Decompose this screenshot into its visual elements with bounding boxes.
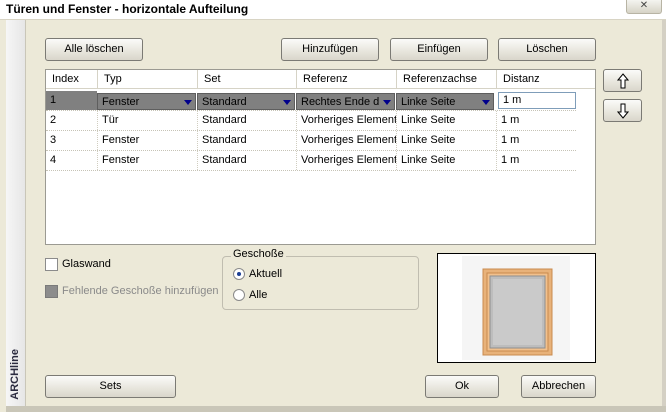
alle-label: Alle [249,289,268,301]
column-header-set[interactable]: Set [197,70,296,89]
typ-dropdown[interactable]: Fenster [97,93,196,110]
cell-typ: Fenster [97,131,197,150]
referenz-dropdown-value: Rechtes Ende d [301,96,380,108]
arrow-up-icon [616,73,629,89]
window-edge [662,20,666,412]
referenzachse-dropdown-value: Linke Seite [401,96,456,108]
fehlende-geschosse-label: Fehlende Geschoße hinzufügen [62,285,219,297]
delete-button[interactable]: Löschen [498,38,596,61]
column-header-typ[interactable]: Typ [97,70,197,89]
cell-referenz: Vorheriges Element [296,131,396,150]
window-frame-icon [462,256,570,360]
cell-set: Standard [197,151,296,170]
ok-button[interactable]: Ok [425,375,499,398]
cell-distanz: 1 m [496,131,576,150]
column-header-referenz[interactable]: Referenz [296,70,396,89]
add-button[interactable]: Hinzufügen [281,38,379,61]
move-down-button[interactable] [603,99,642,122]
column-header-referenzachse[interactable]: Referenzachse [396,70,496,89]
cell-typ: Tür [97,111,197,130]
title-bar: Türen und Fenster - horizontale Aufteilu… [0,0,666,20]
dialog-window: Türen und Fenster - horizontale Aufteilu… [0,0,666,412]
set-dropdown[interactable]: Standard [197,93,295,110]
move-up-button[interactable] [603,69,642,92]
close-button[interactable]: ✕ [626,0,662,14]
column-header-distanz[interactable]: Distanz [496,70,576,89]
table-row[interactable]: 1 Fenster Standard Rechtes Ende d Linke … [46,91,576,111]
geschosse-group [222,256,419,310]
aktuell-radio[interactable] [233,268,245,280]
window-title: Türen und Fenster - horizontale Aufteilu… [6,2,249,16]
window-bottom-edge [6,406,666,412]
cell-referenzachse: Linke Seite [396,151,496,170]
arrow-down-icon [616,103,629,119]
close-icon: ✕ [639,0,649,11]
brand-label: ARCHline [9,349,21,400]
table-header: Index Typ Set Referenz Referenzachse Dis… [46,70,595,89]
table-row[interactable]: 3 Fenster Standard Vorheriges Element Li… [46,131,576,151]
chevron-down-icon [283,100,291,105]
cell-set: Standard [197,111,296,130]
cell-index: 3 [50,134,57,146]
sets-button[interactable]: Sets [45,375,176,398]
glaswand-label: Glaswand [62,258,111,270]
table-row[interactable]: 2 Tür Standard Vorheriges Element Linke … [46,111,576,131]
cell-referenzachse: Linke Seite [396,131,496,150]
cell-referenz: Vorheriges Element [296,151,396,170]
chevron-down-icon [184,100,192,105]
cell-referenz: Vorheriges Element [296,111,396,130]
typ-dropdown-value: Fenster [102,96,140,108]
table-row[interactable]: 4 Fenster Standard Vorheriges Element Li… [46,151,576,171]
elements-table: Index Typ Set Referenz Referenzachse Dis… [45,69,596,245]
cell-distanz: 1 m [496,151,576,170]
cell-index: 4 [50,154,57,166]
window-preview [437,253,596,363]
brand-strip: ARCHline [6,20,26,406]
glaswand-checkbox[interactable] [45,258,58,271]
clear-all-button[interactable]: Alle löschen [45,38,143,61]
cell-index: 2 [50,114,57,126]
cell-index: 1 [46,91,97,110]
cancel-button[interactable]: Abbrechen [521,375,596,398]
distanz-input[interactable]: 1 m [498,92,576,109]
column-header-index[interactable]: Index [46,70,97,89]
geschosse-legend: Geschoße [231,248,286,260]
aktuell-label: Aktuell [249,268,283,280]
cell-set: Standard [197,131,296,150]
fehlende-geschosse-checkbox[interactable] [45,285,58,298]
referenzachse-dropdown[interactable]: Linke Seite [396,93,494,110]
set-dropdown-value: Standard [202,96,247,108]
referenz-dropdown[interactable]: Rechtes Ende d [296,93,395,110]
alle-radio[interactable] [233,289,245,301]
chevron-down-icon [482,100,490,105]
insert-button[interactable]: Einfügen [390,38,488,61]
chevron-down-icon [383,100,391,105]
cell-distanz: 1 m [496,111,576,130]
cell-referenzachse: Linke Seite [396,111,496,130]
cell-typ: Fenster [97,151,197,170]
